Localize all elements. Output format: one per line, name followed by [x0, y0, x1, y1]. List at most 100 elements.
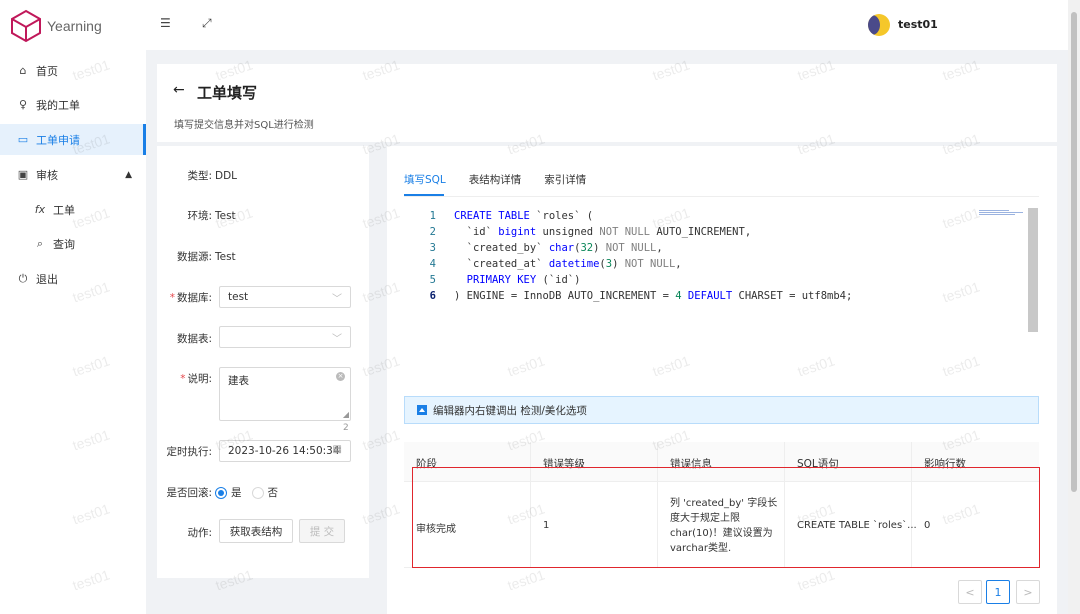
rollback-yes-label: 是	[231, 487, 242, 499]
rollback-label: 是否回滚:	[166, 487, 212, 499]
editor-scrollbar[interactable]	[1028, 208, 1038, 332]
code-kw: DEFAULT	[687, 290, 733, 302]
clear-icon[interactable]: ×	[336, 372, 345, 381]
page-title: 工单填写	[197, 84, 258, 102]
get-structure-button[interactable]: 获取表结构	[219, 519, 293, 543]
sidebar-item-order-apply[interactable]: ▭ 工单申请	[0, 124, 146, 155]
code-num: 4	[675, 290, 682, 302]
audit-icon: ▣	[17, 168, 29, 181]
user-icon: ♀	[18, 98, 28, 111]
logo-cube-icon	[11, 9, 41, 43]
line-number: 4	[429, 258, 436, 270]
required-mark: *	[169, 292, 175, 304]
source-row: 数据源: Test	[157, 249, 369, 264]
resize-handle-icon[interactable]: ◢	[343, 410, 349, 419]
editor-line: 2 `id` bigint unsigned NOT NULL AUTO_INC…	[404, 224, 751, 240]
char-count: 2	[343, 423, 349, 433]
pagination-page-1[interactable]: 1	[986, 580, 1010, 604]
sidebar-item-query[interactable]: ⌕ 查询	[0, 228, 146, 259]
sidebar-item-audit-orders[interactable]: fx 工单	[0, 194, 146, 225]
table-label: 数据表:	[176, 333, 212, 345]
chevron-up-icon: ▲	[125, 169, 132, 180]
chevron-down-icon: ﹀	[332, 334, 342, 345]
sidebar-item-audit[interactable]: ▣ 审核 ▲	[0, 159, 146, 190]
scrollbar-thumb[interactable]	[1071, 12, 1077, 492]
tab-table-structure[interactable]: 表结构详情	[469, 172, 522, 193]
home-icon: ⌂	[19, 64, 27, 77]
pagination-prev[interactable]: <	[958, 580, 982, 604]
radio-checked-icon	[215, 486, 227, 499]
code-kw: PRIMARY KEY	[466, 274, 537, 286]
action-label: 动作:	[187, 527, 212, 539]
menu-fold-icon[interactable]: ☰	[160, 16, 171, 30]
description-value: 建表	[228, 375, 249, 387]
username[interactable]: test01	[898, 18, 938, 31]
page-scrollbar[interactable]	[1068, 0, 1080, 614]
order-form: 类型: DDL 环境: Test 数据源: Test * 数据库: test ﹀ …	[157, 146, 369, 578]
code-type: bigint	[498, 226, 537, 238]
radio-unchecked-icon	[251, 486, 264, 499]
line-number: 5	[429, 274, 436, 286]
editor-line: 5 PRIMARY KEY (`id`)	[404, 272, 581, 288]
function-icon: fx	[34, 203, 46, 216]
sql-editor[interactable]: 1 CREATE TABLE `roles` ( 2 `id` bigint un…	[404, 208, 1039, 394]
table-select[interactable]: ﹀	[219, 326, 351, 348]
calendar-icon: ▦	[332, 444, 342, 455]
logo[interactable]: Yearning	[0, 0, 146, 52]
database-select-value: test	[228, 291, 249, 303]
pagination-next[interactable]: >	[1016, 580, 1040, 604]
fullscreen-icon[interactable]: ⤢	[202, 16, 212, 31]
sidebar-item-label: 工单	[53, 203, 75, 217]
editor-line: 6) ENGINE = InnoDB AUTO_INCREMENT = 4 DE…	[404, 288, 853, 304]
avatar[interactable]	[868, 14, 890, 36]
code-num: 32	[580, 242, 594, 254]
env-row: 环境: Test	[157, 208, 369, 223]
tab-index-details[interactable]: 索引详情	[544, 172, 586, 193]
code-num: 3	[605, 258, 613, 270]
rollback-no-label: 否	[267, 487, 279, 499]
db-label: 数据库:	[176, 292, 212, 304]
editor-line: 3 `created_by` char(32) NOT NULL,	[404, 240, 663, 256]
sidebar: Yearning ⌂ 首页 ♀ 我的工单 ▭ 工单申请 ▣ 审核 ▲ fx 工单…	[0, 0, 146, 614]
code-null: NOT NULL	[605, 242, 657, 254]
line-number: 3	[429, 242, 436, 254]
top-header: ☰ ⤢ test01	[146, 0, 1068, 50]
tab-bar: 填写SQL 表结构详情 索引详情	[404, 172, 609, 193]
schedule-datetime-picker[interactable]: 2023-10-26 14:50:34 ▦	[219, 440, 351, 462]
desc-label: 说明:	[187, 373, 212, 385]
page-header-card: ← 工单填写 填写提交信息并对SQL进行检测	[157, 64, 1057, 142]
schedule-label: 定时执行:	[166, 446, 212, 458]
editor-minimap[interactable]	[979, 210, 1027, 216]
type-label: 类型:	[187, 170, 212, 182]
editor-tip-text: 编辑器内右键调出 检测/美化选项	[433, 404, 587, 417]
submit-button[interactable]: 提 交	[299, 519, 345, 543]
tabs-divider	[404, 196, 1039, 197]
back-arrow-icon[interactable]: ←	[173, 82, 185, 98]
type-value: DDL	[215, 169, 238, 182]
logout-icon: ⏻	[18, 271, 28, 285]
chevron-down-icon: ﹀	[332, 294, 342, 305]
database-select[interactable]: test ﹀	[219, 286, 351, 308]
source-label: 数据源:	[176, 251, 212, 263]
app-name: Yearning	[47, 18, 102, 34]
highlight-box	[412, 467, 1040, 568]
sidebar-item-logout[interactable]: ⏻ 退出	[0, 263, 146, 294]
description-textarea[interactable]: 建表 × ◢	[219, 367, 351, 421]
rollback-no-radio[interactable]: 否	[251, 485, 279, 500]
rollback-yes-radio[interactable]: 是	[215, 485, 242, 500]
required-mark: *	[180, 373, 186, 385]
editor-line: 1 CREATE TABLE `roles` (	[404, 208, 593, 224]
type-row: 类型: DDL	[157, 168, 369, 183]
code-null: NOT NULL	[599, 226, 650, 238]
active-tab-indicator	[404, 194, 444, 196]
line-number: 2	[429, 226, 436, 238]
code-type: char	[548, 242, 575, 254]
schedule-value: 2023-10-26 14:50:34	[228, 445, 340, 457]
line-number: 1	[429, 210, 436, 222]
rollback-row: 是否回滚: 是 否	[157, 485, 369, 500]
tab-write-sql[interactable]: 填写SQL	[404, 172, 446, 193]
search-icon: ⌕	[36, 236, 44, 250]
sidebar-item-home[interactable]: ⌂ 首页	[0, 55, 146, 86]
sidebar-item-my-orders[interactable]: ♀ 我的工单	[0, 89, 146, 120]
env-label: 环境:	[187, 210, 212, 222]
